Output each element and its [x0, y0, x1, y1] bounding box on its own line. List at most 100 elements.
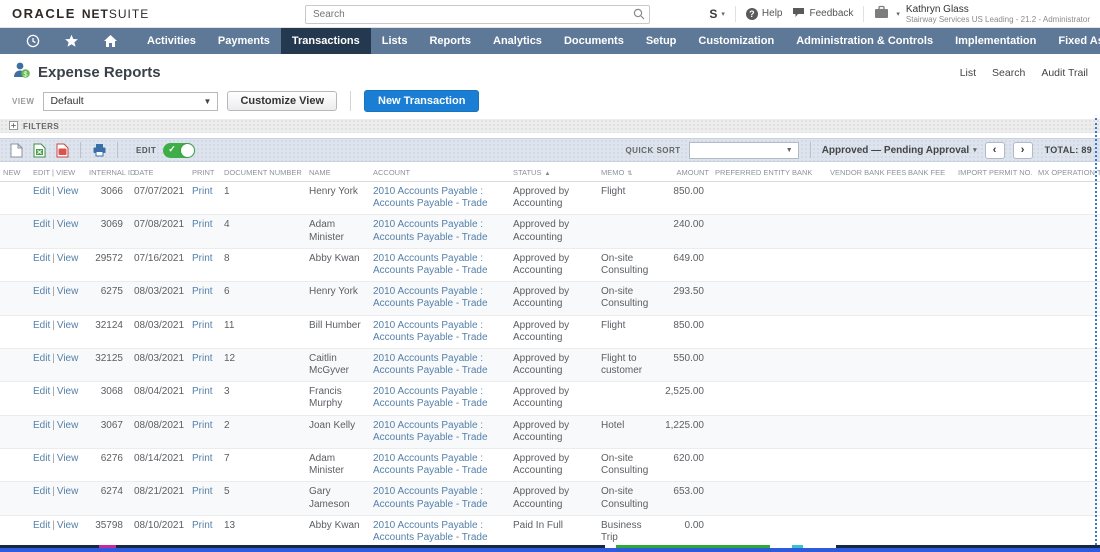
print-link[interactable]: Print: [192, 186, 213, 197]
filters-bar[interactable]: FILTERS: [0, 119, 1100, 133]
nav-item-administration-controls[interactable]: Administration & Controls: [785, 28, 944, 54]
view-link[interactable]: View: [57, 286, 79, 297]
edit-view-separator: |: [52, 286, 55, 298]
account-link[interactable]: 2010 Accounts Payable : Accounts Payable…: [373, 186, 488, 209]
column-header[interactable]: ACCOUNT: [370, 164, 510, 182]
page-range-dropdown[interactable]: Approved — Pending Approval ▾: [822, 145, 977, 156]
column-header[interactable]: MEMO ⇅: [598, 164, 660, 182]
column-header[interactable]: MX OPERATION TYPE: [1035, 164, 1100, 182]
edit-link[interactable]: Edit: [33, 353, 50, 364]
view-link[interactable]: View: [57, 486, 79, 497]
next-page-button[interactable]: ›: [1012, 141, 1033, 159]
roles-menu[interactable]: S ▾: [709, 7, 725, 21]
view-link[interactable]: View: [57, 186, 79, 197]
column-header[interactable]: NEW: [0, 164, 30, 182]
search-icon[interactable]: [633, 7, 645, 25]
nav-item-lists[interactable]: Lists: [371, 28, 419, 54]
shortcuts-star-icon[interactable]: [52, 34, 91, 48]
print-icon[interactable]: [91, 142, 107, 158]
print-link[interactable]: Print: [192, 219, 213, 230]
audit-trail-link[interactable]: Audit Trail: [1041, 67, 1088, 79]
column-header[interactable]: AMOUNT: [660, 164, 712, 182]
print-link[interactable]: Print: [192, 353, 213, 364]
column-header[interactable]: DATE: [131, 164, 189, 182]
print-link[interactable]: Print: [192, 486, 213, 497]
feedback-button[interactable]: Feedback: [792, 7, 853, 21]
help-button[interactable]: ? Help: [745, 7, 782, 20]
view-link[interactable]: View: [57, 320, 79, 331]
edit-link[interactable]: Edit: [33, 286, 50, 297]
view-link[interactable]: View: [57, 253, 79, 264]
edit-link[interactable]: Edit: [33, 386, 50, 397]
print-link[interactable]: Print: [192, 453, 213, 464]
recent-records-icon[interactable]: [14, 34, 52, 48]
nav-item-documents[interactable]: Documents: [553, 28, 635, 54]
export-csv-icon[interactable]: [8, 142, 24, 158]
view-link[interactable]: View: [57, 353, 79, 364]
print-link[interactable]: Print: [192, 253, 213, 264]
search-input[interactable]: [305, 5, 650, 24]
print-link[interactable]: Print: [192, 420, 213, 431]
global-search: [305, 4, 650, 24]
list-link[interactable]: List: [960, 67, 976, 79]
print-link[interactable]: Print: [192, 320, 213, 331]
view-link[interactable]: View: [57, 420, 79, 431]
print-link[interactable]: Print: [192, 386, 213, 397]
nav-item-implementation[interactable]: Implementation: [944, 28, 1047, 54]
customize-view-button[interactable]: Customize View: [227, 91, 337, 111]
column-header[interactable]: NAME: [306, 164, 370, 182]
print-link[interactable]: Print: [192, 286, 213, 297]
account-link[interactable]: 2010 Accounts Payable : Accounts Payable…: [373, 286, 488, 309]
nav-item-payments[interactable]: Payments: [207, 28, 281, 54]
user-menu[interactable]: ▾ Kathryn Glass Stairway Services US Lea…: [874, 4, 1090, 24]
home-icon[interactable]: [91, 34, 130, 48]
column-header[interactable]: STATUS ▲: [510, 164, 598, 182]
column-header[interactable]: EDIT | VIEW: [30, 164, 86, 182]
view-link[interactable]: View: [57, 386, 79, 397]
previous-page-button[interactable]: ‹: [984, 141, 1005, 159]
column-header[interactable]: BANK FEE: [905, 164, 955, 182]
edit-link[interactable]: Edit: [33, 486, 50, 497]
column-header[interactable]: IMPORT PERMIT NO.: [955, 164, 1035, 182]
nav-item-transactions[interactable]: Transactions: [280, 28, 371, 54]
edit-link[interactable]: Edit: [33, 186, 50, 197]
new-transaction-button[interactable]: New Transaction: [364, 90, 480, 112]
edit-link[interactable]: Edit: [33, 253, 50, 264]
print-link[interactable]: Print: [192, 520, 213, 531]
export-pdf-icon[interactable]: [54, 142, 70, 158]
column-header[interactable]: DOCUMENT NUMBER: [221, 164, 306, 182]
edit-link[interactable]: Edit: [33, 219, 50, 230]
column-header[interactable]: VENDOR BANK FEES: [827, 164, 906, 182]
nav-item-customization[interactable]: Customization: [687, 28, 785, 54]
nav-item-setup[interactable]: Setup: [635, 28, 688, 54]
nav-item-analytics[interactable]: Analytics: [482, 28, 553, 54]
account-link[interactable]: 2010 Accounts Payable : Accounts Payable…: [373, 219, 488, 242]
nav-item-reports[interactable]: Reports: [418, 28, 482, 54]
account-link[interactable]: 2010 Accounts Payable : Accounts Payable…: [373, 353, 488, 376]
edit-link[interactable]: Edit: [33, 453, 50, 464]
account-link[interactable]: 2010 Accounts Payable : Accounts Payable…: [373, 486, 488, 509]
view-link[interactable]: View: [57, 520, 79, 531]
account-link[interactable]: 2010 Accounts Payable : Accounts Payable…: [373, 253, 488, 276]
edit-link[interactable]: Edit: [33, 420, 50, 431]
account-link[interactable]: 2010 Accounts Payable : Accounts Payable…: [373, 453, 488, 476]
column-header[interactable]: INTERNAL ID: [86, 164, 135, 182]
cell-name: Gary Jameson: [306, 481, 370, 516]
column-header[interactable]: PRINT: [189, 164, 221, 182]
column-header[interactable]: PREFERRED ENTITY BANK: [712, 164, 827, 182]
export-excel-icon[interactable]: [31, 142, 47, 158]
edit-link[interactable]: Edit: [33, 520, 50, 531]
account-link[interactable]: 2010 Accounts Payable : Accounts Payable…: [373, 386, 488, 409]
edit-toggle[interactable]: ✓: [163, 142, 196, 158]
edit-link[interactable]: Edit: [33, 320, 50, 331]
account-link[interactable]: 2010 Accounts Payable : Accounts Payable…: [373, 420, 488, 443]
view-link[interactable]: View: [57, 219, 79, 230]
quick-sort-dropdown[interactable]: ▼: [688, 141, 799, 159]
view-dropdown[interactable]: Default ▼: [43, 91, 219, 111]
search-link[interactable]: Search: [992, 67, 1025, 79]
nav-item-activities[interactable]: Activities: [136, 28, 207, 54]
view-link[interactable]: View: [57, 453, 79, 464]
account-link[interactable]: 2010 Accounts Payable : Accounts Payable…: [373, 520, 488, 543]
nav-item-fixed-assets[interactable]: Fixed Assets: [1047, 28, 1100, 54]
account-link[interactable]: 2010 Accounts Payable : Accounts Payable…: [373, 320, 488, 343]
